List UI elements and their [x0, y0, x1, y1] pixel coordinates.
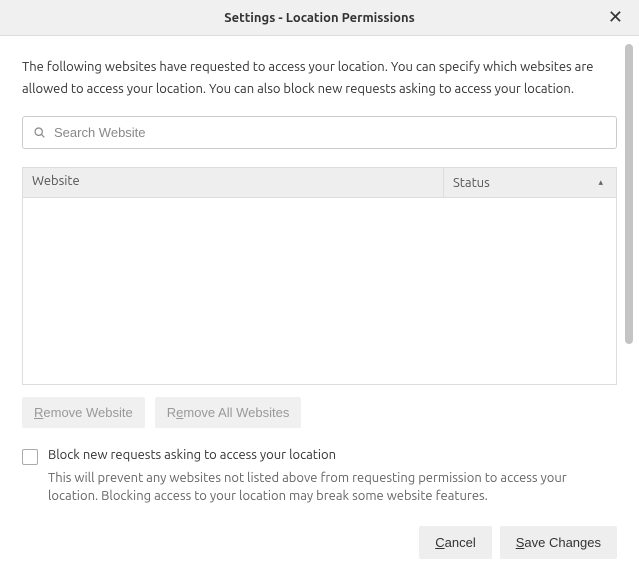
column-header-status-label: Status	[453, 176, 490, 190]
block-requests-label[interactable]: Block new requests asking to access your…	[48, 448, 336, 462]
search-box	[22, 116, 617, 149]
description-text: The following websites have requested to…	[22, 56, 617, 100]
cancel-button[interactable]: Cancel	[419, 526, 491, 559]
block-requests-description: This will prevent any websites not liste…	[48, 469, 617, 505]
remove-website-button[interactable]: Remove Website	[22, 397, 145, 428]
column-header-status[interactable]: Status ▴	[444, 168, 616, 197]
scrollbar[interactable]	[625, 44, 633, 344]
column-header-website[interactable]: Website	[23, 168, 444, 197]
block-requests-checkbox[interactable]	[22, 449, 38, 465]
table-header: Website Status ▴	[23, 168, 616, 198]
table-body	[23, 198, 616, 384]
search-icon	[33, 126, 46, 139]
search-input[interactable]	[54, 125, 606, 140]
dialog-title: Settings - Location Permissions	[224, 11, 415, 25]
website-table: Website Status ▴	[22, 167, 617, 385]
sort-arrow-icon: ▴	[598, 177, 603, 188]
dialog-header: Settings - Location Permissions ✕	[0, 0, 639, 36]
save-changes-button[interactable]: Save Changes	[500, 526, 617, 559]
close-button[interactable]: ✕	[602, 6, 629, 28]
dialog-content: The following websites have requested to…	[0, 36, 639, 564]
block-requests-section: Block new requests asking to access your…	[22, 448, 617, 505]
footer-buttons: Cancel Save Changes	[22, 526, 617, 559]
remove-button-row: Remove Website Remove All Websites	[22, 397, 617, 428]
remove-all-websites-button[interactable]: Remove All Websites	[155, 397, 302, 428]
